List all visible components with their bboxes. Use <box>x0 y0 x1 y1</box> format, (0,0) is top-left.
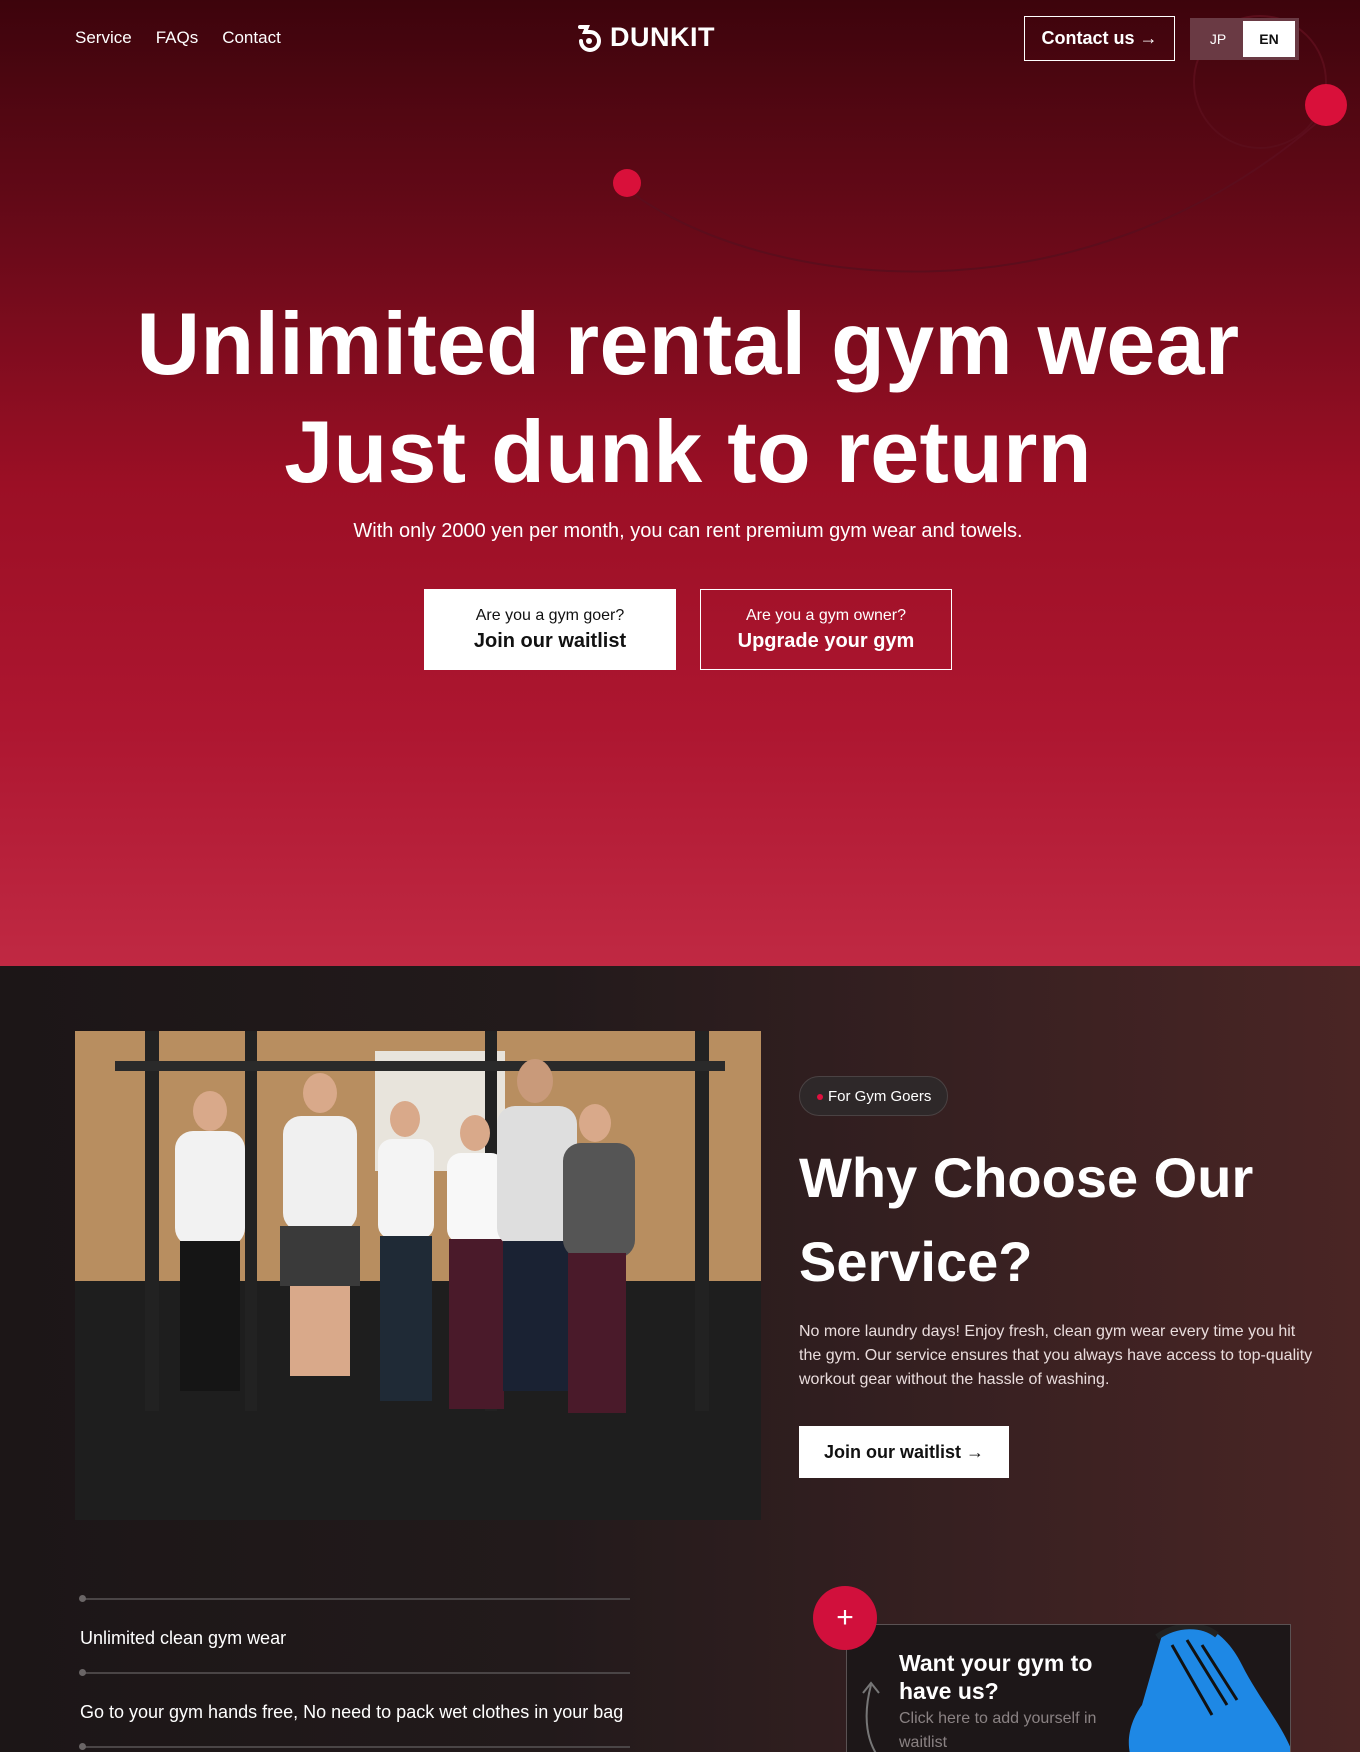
badge-dot-icon <box>817 1094 823 1100</box>
feature-divider <box>79 1669 630 1676</box>
contact-us-button[interactable]: Contact us → <box>1024 16 1175 61</box>
language-toggle: JP EN <box>1190 18 1299 60</box>
feature-item: Go to your gym hands free, No need to pa… <box>80 1702 624 1722</box>
decorative-dot <box>613 169 641 197</box>
feature-divider <box>79 1743 630 1750</box>
hero-title-line1: Unlimited rental gym wear <box>136 294 1240 393</box>
badge-label: For Gym Goers <box>828 1087 932 1105</box>
cta-goer-small: Are you a gym goer? <box>475 606 625 624</box>
gym-card-subtitle: Click here to add yourself in waitlist <box>899 1710 1097 1751</box>
feature-list: Unlimited clean gym wear Go to your gym … <box>79 1595 630 1750</box>
gym-waitlist-card[interactable]: Want your gym to have us? Click here to … <box>846 1624 1291 1752</box>
join-waitlist-button[interactable]: Join our waitlist → <box>799 1426 1009 1478</box>
gym-group-photo <box>75 1031 761 1520</box>
feature-divider <box>79 1595 630 1602</box>
cta-goer-big: Join our waitlist <box>473 629 627 652</box>
cta-owner-small: Are you a gym owner? <box>745 606 907 624</box>
sneaker-icon <box>1128 1625 1290 1752</box>
why-title: Why Choose Our Service? <box>799 1146 1254 1293</box>
why-choose-section: For Gym Goers Why Choose Our Service? No… <box>0 966 1360 1752</box>
gym-owner-upgrade-button[interactable]: Are you a gym owner? Upgrade your gym <box>700 589 952 670</box>
decorative-dot <box>1305 84 1347 126</box>
divider-dot-icon <box>79 1743 86 1750</box>
cta-owner-big: Upgrade your gym <box>737 629 915 652</box>
divider-dot-icon <box>79 1669 86 1676</box>
feature-item: Unlimited clean gym wear <box>80 1628 287 1648</box>
language-jp[interactable]: JP <box>1193 31 1243 47</box>
hero-title: Unlimited rental gym wear Just dunk to r… <box>0 290 1360 506</box>
divider-dot-icon <box>79 1595 86 1602</box>
curved-arrow-icon <box>862 1681 880 1752</box>
main-nav: Service FAQs Contact <box>75 28 281 48</box>
nav-link-contact[interactable]: Contact <box>222 28 281 48</box>
logo[interactable]: DUNKIT <box>574 22 715 53</box>
hero-section: Service FAQs Contact DUNKIT Contact us →… <box>0 0 1360 966</box>
nav-link-faqs[interactable]: FAQs <box>156 28 199 48</box>
why-description: No more laundry days! Enjoy fresh, clean… <box>799 1323 1313 1388</box>
add-gym-plus-button[interactable]: + <box>813 1586 877 1650</box>
logo-mark-icon <box>578 24 601 52</box>
gym-card-title: Want your gym to have us? <box>899 1650 1093 1704</box>
logo-text: DUNKIT <box>610 22 715 52</box>
gym-goer-waitlist-button[interactable]: Are you a gym goer? Join our waitlist <box>424 589 676 670</box>
for-gym-goers-badge: For Gym Goers <box>799 1076 949 1116</box>
hero-title-line2: Just dunk to return <box>284 402 1092 501</box>
gym-group-photo-illustration <box>75 1031 761 1520</box>
hero-subtitle: With only 2000 yen per month, you can re… <box>353 520 1023 542</box>
nav-link-service[interactable]: Service <box>75 28 132 48</box>
language-en[interactable]: EN <box>1243 21 1295 57</box>
